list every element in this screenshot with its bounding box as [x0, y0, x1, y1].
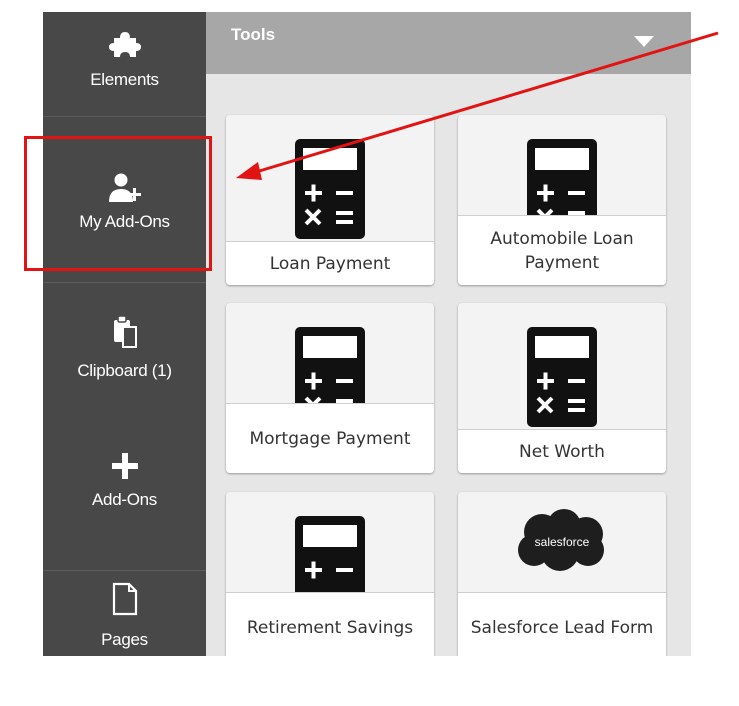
salesforce-logo-text: salesforce: [535, 535, 590, 549]
clipboard-icon: [110, 315, 140, 349]
tools-panel: Loan Payment Automobile Loan Payment Mor…: [206, 74, 691, 656]
tool-tile-retirement-savings[interactable]: Retirement Savings: [226, 492, 434, 656]
sidebar-item-label: Clipboard (1): [77, 361, 172, 380]
sidebar-divider: [43, 570, 206, 571]
chevron-down-icon[interactable]: [634, 32, 654, 51]
tile-label: Net Worth: [458, 429, 666, 473]
sidebar-divider: [43, 282, 206, 283]
tile-label: Retirement Savings: [226, 592, 434, 656]
panel-title: Tools: [231, 25, 276, 44]
sidebar-divider: [43, 116, 206, 117]
sidebar-item-label: Elements: [90, 70, 159, 89]
sidebar-item-label: Pages: [101, 630, 148, 649]
tile-label: Automobile Loan Payment: [458, 215, 666, 285]
tile-label: Loan Payment: [226, 241, 434, 285]
tool-tile-net-worth[interactable]: Net Worth: [458, 303, 666, 473]
sidebar-item-clipboard[interactable]: Clipboard (1): [43, 315, 206, 381]
sidebar-item-label: My Add-Ons: [79, 212, 170, 231]
tool-tile-loan-payment[interactable]: Loan Payment: [226, 115, 434, 285]
tile-label: Salesforce Lead Form: [458, 592, 666, 656]
tile-label: Mortgage Payment: [226, 403, 434, 473]
sidebar-item-add-ons[interactable]: Add-Ons: [43, 452, 206, 510]
tool-tile-automobile-loan-payment[interactable]: Automobile Loan Payment: [458, 115, 666, 285]
page-icon: [111, 582, 139, 616]
puzzle-icon: [108, 30, 142, 60]
tool-tile-salesforce-lead-form[interactable]: salesforce Salesforce Lead Form: [458, 492, 666, 656]
tools-panel-header[interactable]: Tools: [206, 12, 691, 74]
sidebar-item-my-add-ons[interactable]: My Add-Ons: [43, 172, 206, 232]
sidebar-item-label: Add-Ons: [92, 490, 157, 509]
plus-icon: [111, 452, 139, 480]
app-frame: Elements My Add-Ons Clipboard (1) Add-On…: [43, 12, 691, 656]
sidebar-item-elements[interactable]: Elements: [43, 30, 206, 90]
user-add-icon: [107, 172, 143, 204]
sidebar-item-pages[interactable]: Pages: [43, 582, 206, 650]
sidebar: Elements My Add-Ons Clipboard (1) Add-On…: [43, 12, 206, 656]
tool-tile-mortgage-payment[interactable]: Mortgage Payment: [226, 303, 434, 473]
